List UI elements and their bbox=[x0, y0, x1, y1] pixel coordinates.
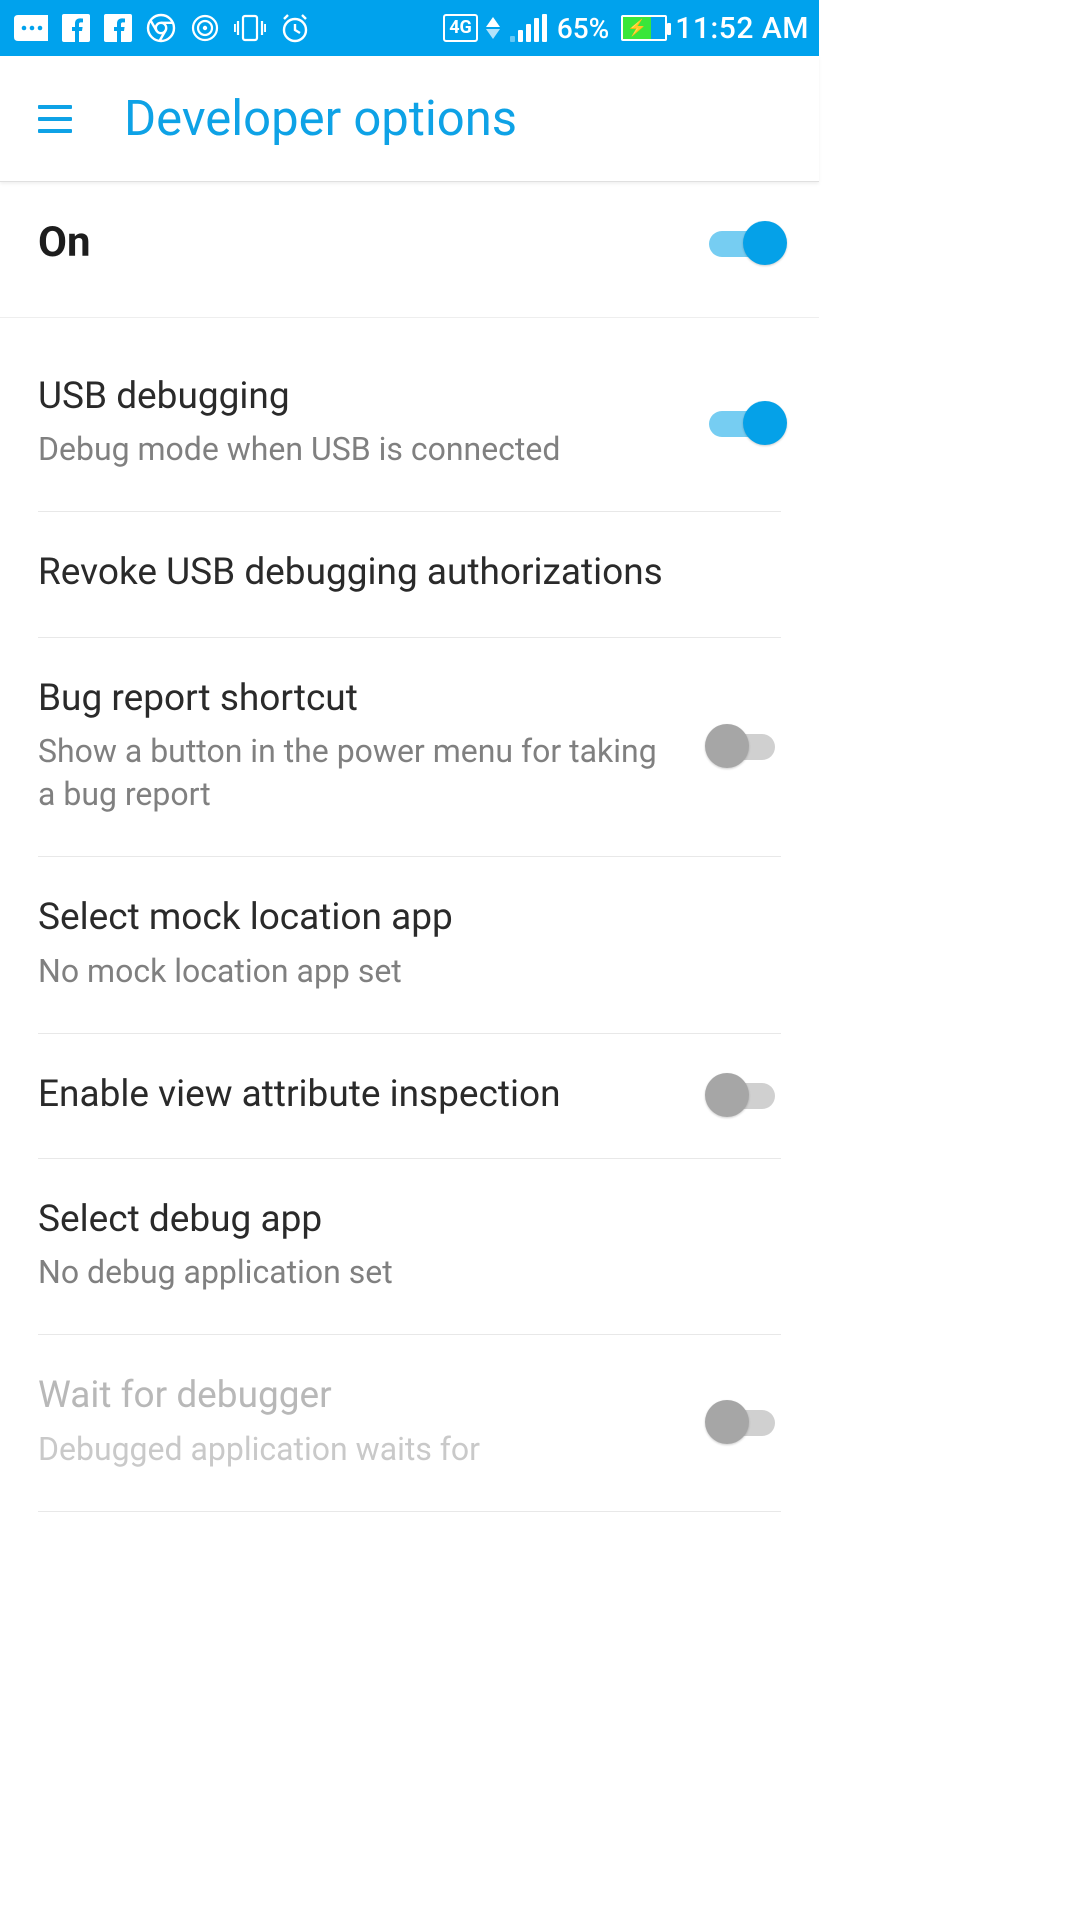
master-toggle-label: On bbox=[38, 218, 91, 267]
setting-item[interactable]: USB debugging Debug mode when USB is conn… bbox=[38, 318, 781, 512]
setting-title: Select mock location app bbox=[38, 895, 781, 941]
setting-title: Select debug app bbox=[38, 1197, 781, 1243]
setting-item[interactable]: Revoke USB debugging authorizations bbox=[38, 512, 781, 637]
setting-text: Bug report shortcut Show a button in the … bbox=[38, 676, 681, 817]
settings-list: USB debugging Debug mode when USB is conn… bbox=[0, 318, 819, 1512]
setting-subtitle: No mock location app set bbox=[38, 950, 781, 993]
status-right-icons: 4G 65% ⚡ 11:52 AM bbox=[443, 11, 809, 46]
setting-item[interactable]: Enable view attribute inspection bbox=[38, 1034, 781, 1159]
setting-text: Revoke USB debugging authorizations bbox=[38, 550, 781, 596]
setting-item: Wait for debugger Debugged application wa… bbox=[38, 1335, 781, 1511]
setting-switch[interactable] bbox=[709, 724, 781, 768]
status-left-icons bbox=[14, 13, 310, 43]
setting-subtitle: Show a button in the power menu for taki… bbox=[38, 730, 681, 816]
hotspot-icon bbox=[190, 13, 220, 43]
setting-switch[interactable] bbox=[709, 401, 781, 445]
setting-text: USB debugging Debug mode when USB is conn… bbox=[38, 374, 681, 471]
status-bar: 4G 65% ⚡ 11:52 AM bbox=[0, 0, 819, 56]
setting-switch[interactable] bbox=[709, 1073, 781, 1117]
setting-item[interactable]: Bug report shortcut Show a button in the … bbox=[38, 638, 781, 858]
setting-item[interactable]: Select debug app No debug application set bbox=[38, 1159, 781, 1335]
master-toggle-switch[interactable] bbox=[709, 221, 781, 265]
vibrate-icon bbox=[234, 13, 266, 43]
battery-percent: 65% bbox=[557, 12, 609, 45]
network-type-badge: 4G bbox=[443, 14, 478, 42]
signal-icon bbox=[510, 14, 547, 42]
app-bar: Developer options bbox=[0, 56, 819, 182]
setting-title: Revoke USB debugging authorizations bbox=[38, 550, 781, 596]
setting-subtitle: Debugged application waits for bbox=[38, 1428, 681, 1471]
developer-options-toggle-row[interactable]: On bbox=[0, 182, 819, 318]
setting-switch bbox=[709, 1400, 781, 1444]
setting-title: Wait for debugger bbox=[38, 1373, 681, 1419]
setting-text: Wait for debugger Debugged application wa… bbox=[38, 1373, 681, 1470]
setting-text: Select mock location app No mock location… bbox=[38, 895, 781, 992]
setting-text: Select debug app No debug application set bbox=[38, 1197, 781, 1294]
setting-subtitle: No debug application set bbox=[38, 1251, 781, 1294]
menu-icon[interactable] bbox=[38, 105, 72, 133]
setting-subtitle: Debug mode when USB is connected bbox=[38, 428, 681, 471]
data-activity-icon bbox=[486, 17, 500, 39]
alarm-icon bbox=[280, 13, 310, 43]
facebook-icon bbox=[62, 14, 90, 42]
setting-text: Enable view attribute inspection bbox=[38, 1072, 681, 1118]
battery-icon: ⚡ bbox=[621, 15, 667, 41]
chrome-icon bbox=[146, 13, 176, 43]
notification-more-icon bbox=[14, 15, 48, 41]
setting-title: Enable view attribute inspection bbox=[38, 1072, 681, 1118]
clock: 11:52 AM bbox=[675, 11, 809, 46]
setting-title: Bug report shortcut bbox=[38, 676, 681, 722]
setting-title: USB debugging bbox=[38, 374, 681, 420]
page-title: Developer options bbox=[124, 90, 517, 147]
facebook-icon bbox=[104, 14, 132, 42]
setting-item[interactable]: Select mock location app No mock location… bbox=[38, 857, 781, 1033]
